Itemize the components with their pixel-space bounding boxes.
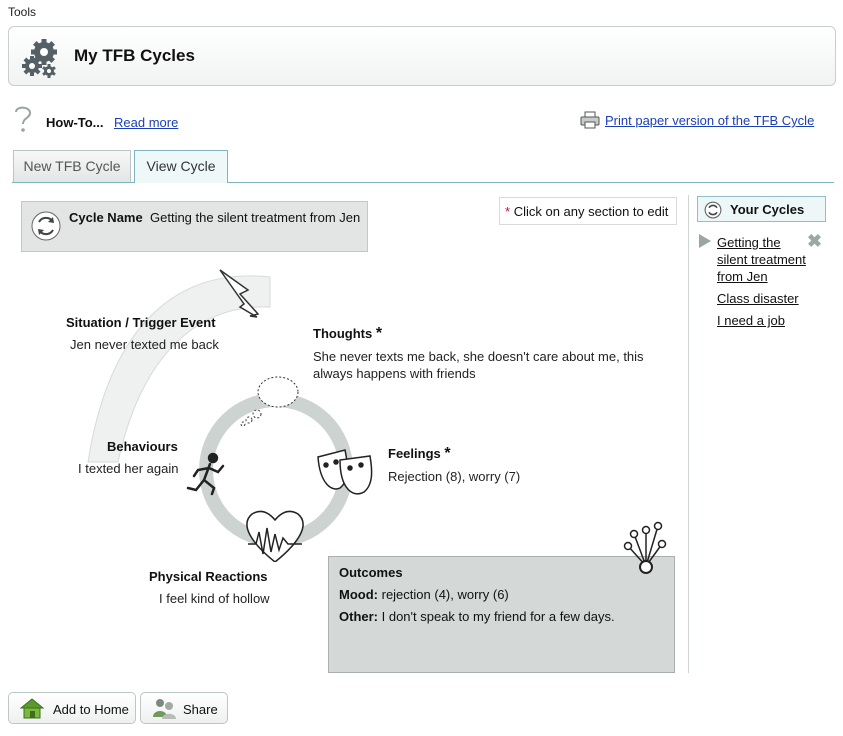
sidebar-divider [688, 195, 689, 673]
mood-label: Mood: [339, 587, 378, 602]
recycle-cycle-icon [31, 211, 61, 241]
other-label: Other: [339, 609, 378, 624]
thoughts-title[interactable]: Thoughts * [313, 325, 382, 343]
cycle-name-label: Cycle Name [69, 210, 143, 225]
gears-icon [22, 39, 57, 78]
print-paper-version-link[interactable]: Print paper version of the TFB Cycle [605, 113, 814, 128]
tab-new-tfb-cycle[interactable]: New TFB Cycle [13, 150, 131, 182]
outcomes-mood: Mood: rejection (4), worry (6) [339, 587, 509, 602]
cycle-diagram [87, 269, 373, 562]
share-people-icon [153, 699, 176, 719]
your-cycles-title: Your Cycles [730, 202, 805, 217]
your-cycles-header: Your Cycles [697, 196, 826, 222]
thoughts-text-line2[interactable]: always happens with friends [313, 366, 476, 381]
recycle-cycle-icon [704, 201, 722, 219]
physical-reactions-title[interactable]: Physical Reactions [149, 569, 268, 584]
sidebar-item-line: from Jen [717, 269, 768, 284]
printer-icon [580, 111, 600, 129]
thoughts-text-line1[interactable]: She never texts me back, she doesn't car… [313, 349, 644, 364]
home-icon [19, 698, 45, 719]
outcomes-title: Outcomes [339, 565, 403, 580]
other-value: I don't speak to my friend for a few day… [381, 609, 615, 624]
sidebar-item-getting-silent-treatment[interactable]: Getting the silent treatment from Jen [717, 234, 806, 285]
share-button[interactable]: Share [140, 692, 228, 724]
physical-reactions-text[interactable]: I feel kind of hollow [159, 591, 270, 606]
heart-pulse-icon [246, 510, 304, 562]
sidebar-item-line: silent treatment [717, 252, 806, 267]
feelings-text[interactable]: Rejection (8), worry (7) [388, 469, 520, 484]
click-to-edit-text: Click on any section to edit [513, 204, 669, 219]
tab-view-cycle[interactable]: View Cycle [134, 150, 228, 183]
outcomes-branch-icon [623, 521, 667, 574]
situation-title[interactable]: Situation / Trigger Event [66, 315, 216, 330]
add-to-home-button[interactable]: Add to Home [8, 692, 136, 724]
feelings-asterisk: * [444, 445, 451, 462]
active-item-arrow-icon [699, 234, 711, 248]
feelings-title[interactable]: Feelings * [388, 445, 451, 463]
breadcrumb: Tools [8, 5, 37, 19]
feelings-title-label: Feelings [388, 446, 441, 461]
thoughts-asterisk: * [375, 325, 383, 342]
howto-label: How-To... [46, 115, 104, 130]
sidebar-item-class-disaster[interactable]: Class disaster [717, 290, 799, 307]
situation-text[interactable]: Jen never texted me back [70, 337, 219, 352]
share-label: Share [183, 702, 218, 717]
sidebar-item-line: Getting the [717, 235, 781, 250]
question-mark-icon [15, 106, 32, 132]
required-asterisk: * [505, 204, 511, 219]
sidebar-item-i-need-a-job[interactable]: I need a job [717, 312, 785, 329]
cycle-name-box[interactable]: Cycle Name Getting the silent treatment … [21, 201, 368, 252]
cycle-name-value: Getting the silent treatment from Jen [150, 210, 361, 225]
click-to-edit-note: * Click on any section to edit [499, 197, 677, 225]
add-to-home-label: Add to Home [53, 702, 129, 717]
thoughts-title-label: Thoughts [313, 326, 373, 341]
behaviours-title[interactable]: Behaviours [107, 439, 178, 454]
close-icon[interactable]: ✖ [807, 231, 822, 252]
page-title: My TFB Cycles [74, 46, 195, 65]
outcomes-other: Other: I don't speak to my friend for a … [339, 609, 615, 624]
read-more-link[interactable]: Read more [114, 115, 178, 130]
behaviours-text[interactable]: I texted her again [78, 461, 178, 476]
mood-value: rejection (4), worry (6) [381, 587, 509, 602]
page-header: My TFB Cycles [8, 26, 836, 86]
